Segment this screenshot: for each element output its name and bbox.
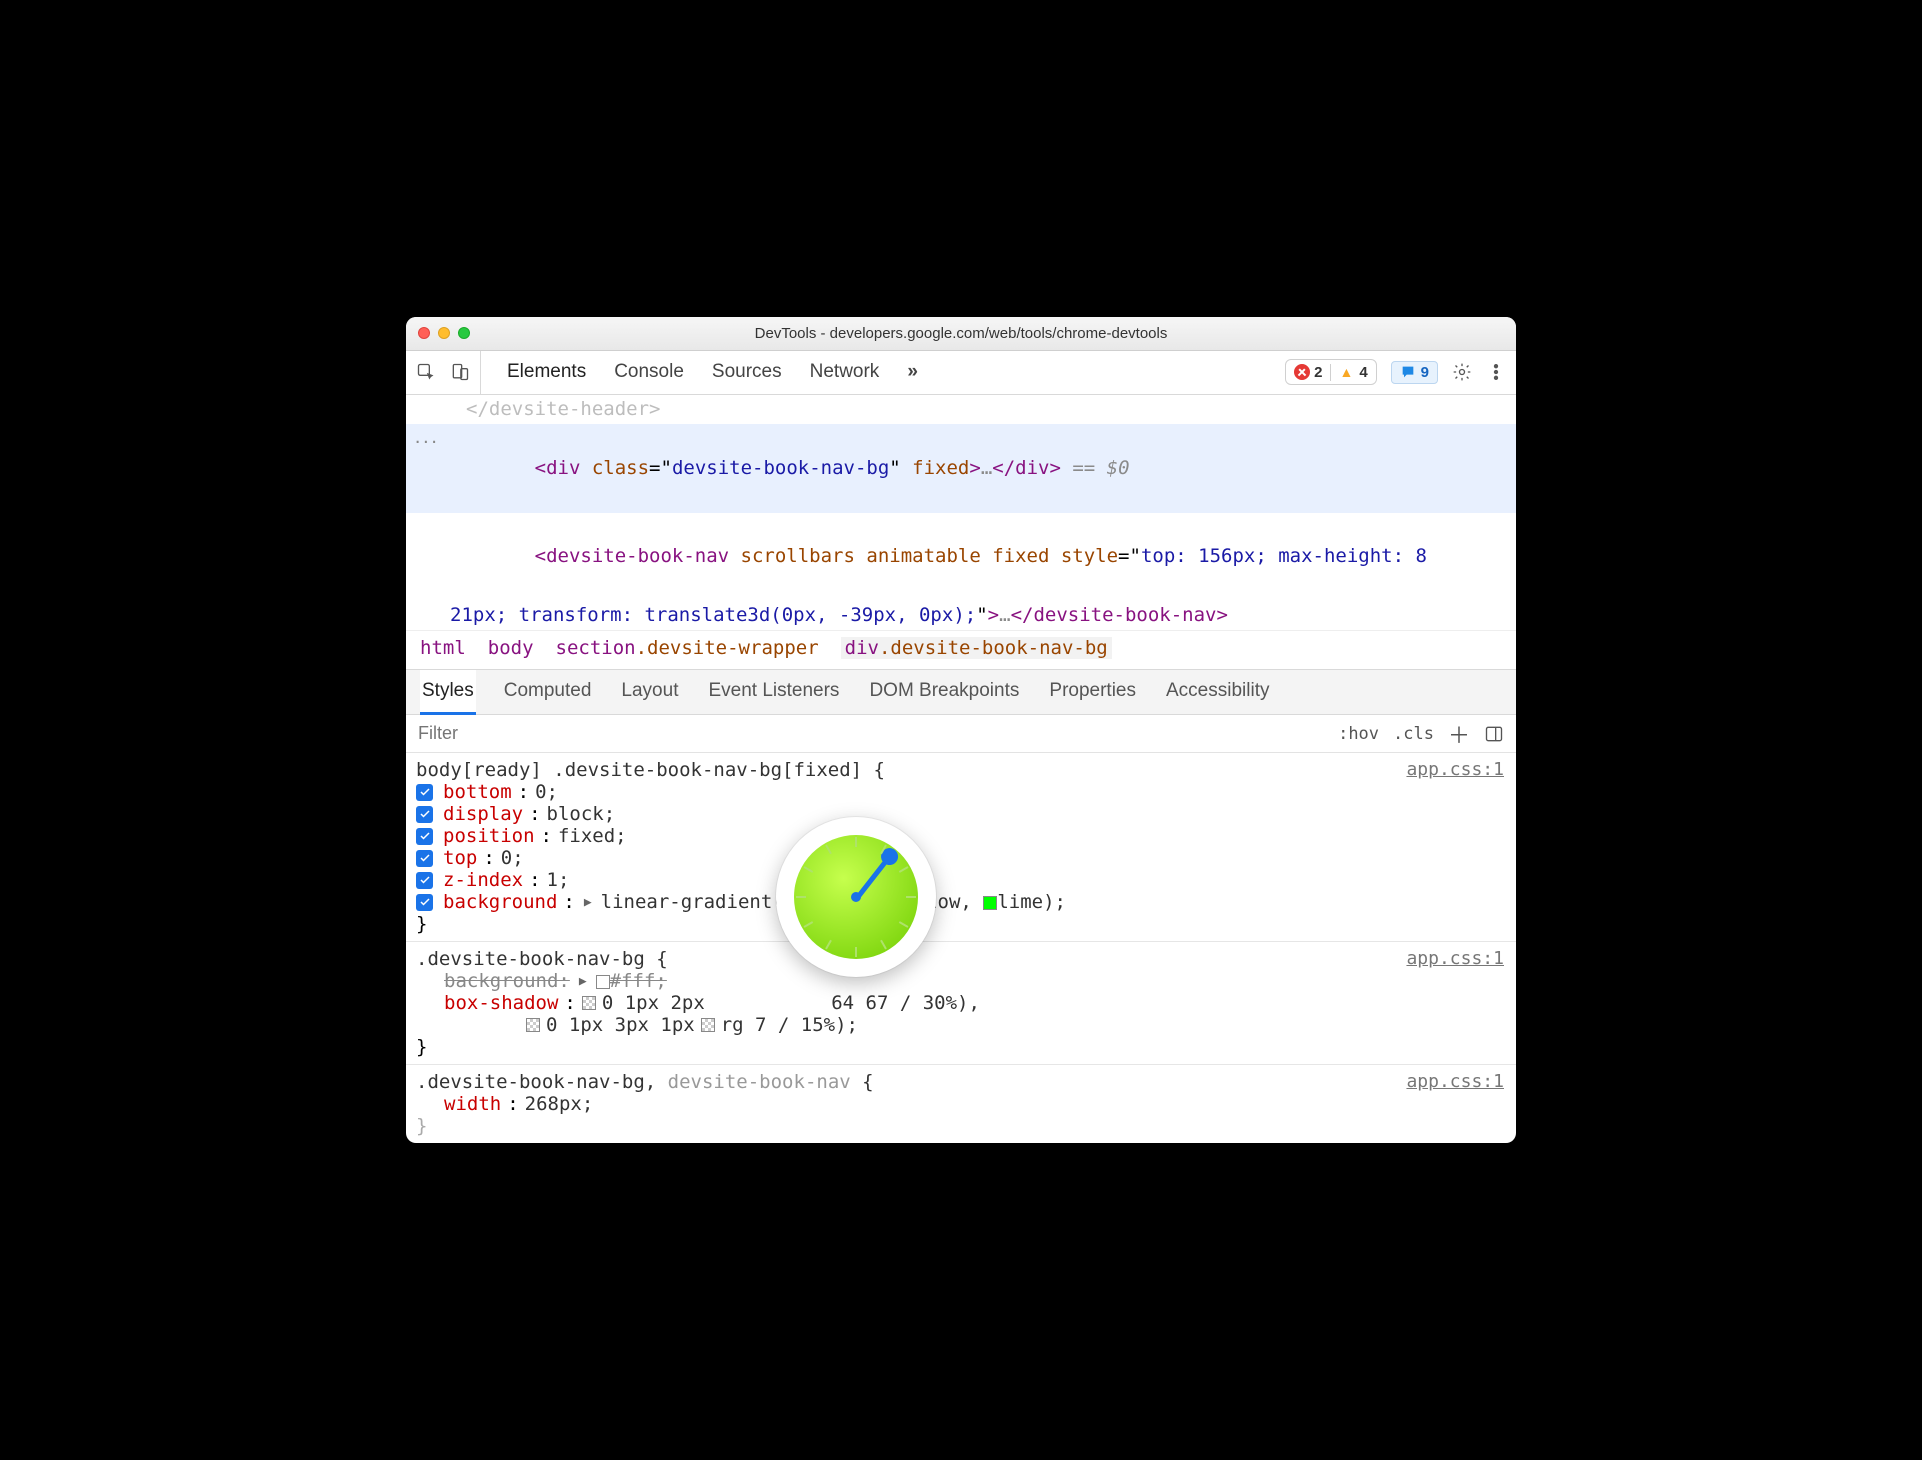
- css-declaration[interactable]: display: block;: [416, 803, 1504, 825]
- css-declaration[interactable]: background:▶#fff;: [416, 970, 1504, 992]
- tabs-overflow[interactable]: »: [907, 361, 918, 383]
- css-rule: app.css:1 .devsite-book-nav-bg { backgro…: [406, 942, 1516, 1065]
- warning-count: 4: [1330, 364, 1375, 381]
- breadcrumb-item-active[interactable]: div.devsite-book-nav-bg: [841, 637, 1112, 659]
- device-toolbar-icon[interactable]: [450, 362, 470, 382]
- dom-tree[interactable]: </devsite-header> <div class="devsite-bo…: [406, 395, 1516, 631]
- subtab-styles[interactable]: Styles: [420, 670, 476, 715]
- inspect-element-icon[interactable]: [416, 362, 436, 382]
- css-declaration[interactable]: bottom: 0;: [416, 781, 1504, 803]
- color-swatch-icon[interactable]: [596, 975, 610, 989]
- dom-line[interactable]: </devsite-header>: [406, 395, 1516, 424]
- expand-icon[interactable]: ▶: [581, 895, 595, 910]
- css-declaration[interactable]: position: fixed;: [416, 825, 1504, 847]
- styles-filter-row: :hov .cls ＋: [406, 715, 1516, 753]
- kebab-menu-icon[interactable]: [1486, 362, 1506, 382]
- tab-network[interactable]: Network: [810, 361, 880, 383]
- main-toolbar: Elements Console Sources Network » 2 4 9: [406, 351, 1516, 395]
- styles-filter-input[interactable]: [406, 715, 1326, 752]
- devtools-window: DevTools - developers.google.com/web/too…: [406, 317, 1516, 1144]
- new-style-rule-button[interactable]: ＋: [1448, 718, 1470, 750]
- styles-pane: app.css:1 body[ready] .devsite-book-nav-…: [406, 753, 1516, 1143]
- error-count: 2: [1286, 364, 1330, 381]
- css-declaration[interactable]: z-index: 1;: [416, 869, 1504, 891]
- shadow-swatch-icon[interactable]: [582, 996, 596, 1010]
- subtab-accessibility[interactable]: Accessibility: [1164, 670, 1271, 714]
- tab-console[interactable]: Console: [614, 361, 684, 383]
- panel-tabs: Elements Console Sources Network »: [489, 361, 918, 383]
- dom-line[interactable]: 21px; transform: translate3d(0px, -39px,…: [406, 601, 1516, 630]
- subtab-dom-breakpoints[interactable]: DOM Breakpoints: [867, 670, 1021, 714]
- subtab-properties[interactable]: Properties: [1047, 670, 1138, 714]
- styles-subtabs: Styles Computed Layout Event Listeners D…: [406, 669, 1516, 715]
- dom-line[interactable]: <devsite-book-nav scrollbars animatable …: [406, 513, 1516, 601]
- rule-source-link[interactable]: app.css:1: [1406, 948, 1504, 969]
- angle-picker-popover[interactable]: [776, 817, 936, 977]
- computed-sidebar-icon[interactable]: [1484, 724, 1504, 744]
- angle-hub: [851, 892, 861, 902]
- breadcrumb-item[interactable]: body: [488, 637, 534, 659]
- rule-source-link[interactable]: app.css:1: [1406, 1071, 1504, 1092]
- titlebar: DevTools - developers.google.com/web/too…: [406, 317, 1516, 351]
- tab-elements[interactable]: Elements: [507, 361, 586, 383]
- css-declaration[interactable]: width: 268px;: [416, 1093, 1504, 1115]
- color-swatch-icon[interactable]: [983, 896, 997, 910]
- color-swatch-icon[interactable]: [701, 1018, 715, 1032]
- css-declaration[interactable]: box-shadow: 0 1px 2px XXXXXXXXXX 64 67 /…: [416, 992, 1504, 1014]
- checkbox-icon[interactable]: [416, 872, 433, 889]
- rule-source-link[interactable]: app.css:1: [1406, 759, 1504, 780]
- angle-clock-face[interactable]: [794, 835, 918, 959]
- subtab-event-listeners[interactable]: Event Listeners: [706, 670, 841, 714]
- checkbox-icon[interactable]: [416, 806, 433, 823]
- subtab-computed[interactable]: Computed: [502, 670, 594, 714]
- window-title: DevTools - developers.google.com/web/too…: [406, 325, 1516, 342]
- subtab-layout[interactable]: Layout: [619, 670, 680, 714]
- css-selector[interactable]: .devsite-book-nav-bg, devsite-book-nav {: [416, 1071, 1504, 1093]
- css-rule: app.css:1 body[ready] .devsite-book-nav-…: [406, 753, 1516, 942]
- tab-sources[interactable]: Sources: [712, 361, 782, 383]
- issues-badge[interactable]: 9: [1391, 361, 1438, 384]
- breadcrumb: html body section.devsite-wrapper div.de…: [406, 630, 1516, 669]
- dom-line-selected[interactable]: <div class="devsite-book-nav-bg" fixed>……: [406, 424, 1516, 512]
- gear-icon[interactable]: [1452, 362, 1472, 382]
- console-status-pill[interactable]: 2 4: [1285, 359, 1377, 385]
- hov-toggle[interactable]: :hov: [1338, 724, 1379, 744]
- checkbox-icon[interactable]: [416, 894, 433, 911]
- css-declaration[interactable]: top: 0;: [416, 847, 1504, 869]
- checkbox-icon[interactable]: [416, 784, 433, 801]
- shadow-swatch-icon[interactable]: [526, 1018, 540, 1032]
- css-declaration[interactable]: 0 1px 3px 1px rg 7 / 15%);: [416, 1014, 1504, 1036]
- css-rule: app.css:1 .devsite-book-nav-bg, devsite-…: [406, 1065, 1516, 1143]
- breadcrumb-item[interactable]: html: [420, 637, 466, 659]
- css-selector[interactable]: body[ready] .devsite-book-nav-bg[fixed] …: [416, 759, 1504, 781]
- breadcrumb-item[interactable]: section.devsite-wrapper: [556, 637, 819, 659]
- css-selector[interactable]: .devsite-book-nav-bg {: [416, 948, 1504, 970]
- css-declaration[interactable]: background:▶linear-gradient(52deg, yello…: [416, 891, 1504, 913]
- checkbox-icon[interactable]: [416, 828, 433, 845]
- checkbox-icon[interactable]: [416, 850, 433, 867]
- expand-icon[interactable]: ▶: [576, 974, 590, 989]
- cls-toggle[interactable]: .cls: [1393, 724, 1434, 744]
